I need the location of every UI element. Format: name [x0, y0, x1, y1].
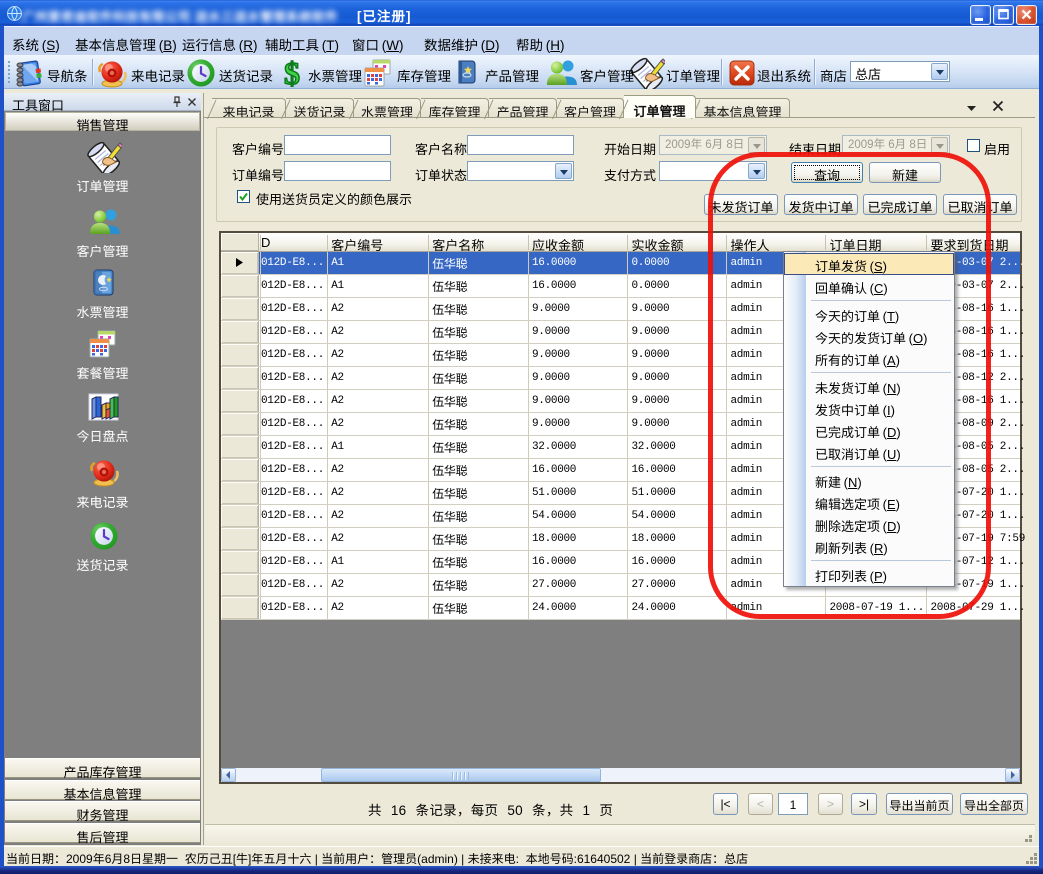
svg-text:$: $	[284, 57, 300, 87]
